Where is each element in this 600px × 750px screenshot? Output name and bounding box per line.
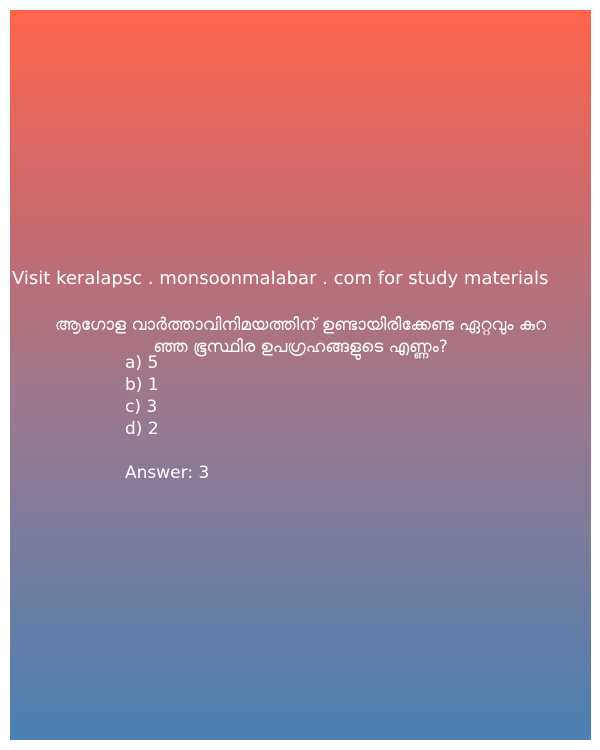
question-line-2: ഞ്ഞ ഭൂസ്ഥിര ഉപഗ്രഹങ്ങളുടെ എണ്ണം? <box>153 337 448 357</box>
option-b: b) 1 <box>125 375 159 395</box>
question-line-1: ആഗോള വാർത്താവിനിമയത്തിന് ഉണ്ടായിരിക്കേണ്… <box>54 315 547 335</box>
option-d: d) 2 <box>125 419 159 439</box>
promo-text: Visit keralapsc . monsoonmalabar . com f… <box>12 268 549 289</box>
option-a: a) 5 <box>125 353 159 373</box>
question-text: ആഗോള വാർത്താവിനിമയത്തിന് ഉണ്ടായിരിക്കേണ്… <box>10 314 591 358</box>
option-c: c) 3 <box>125 397 158 417</box>
answer-text: Answer: 3 <box>125 463 210 483</box>
quiz-card: Visit keralapsc . monsoonmalabar . com f… <box>10 10 591 740</box>
options-block: a) 5 b) 1 c) 3 d) 2 Answer: 3 <box>125 352 209 484</box>
